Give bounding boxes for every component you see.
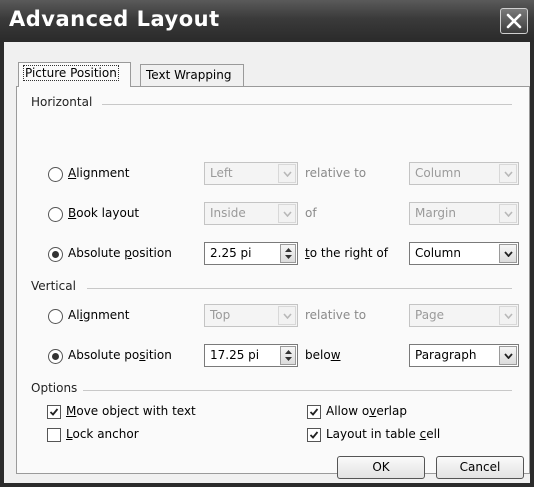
book-layout-relative-value: Margin bbox=[415, 206, 456, 220]
tab-picture-position-label: Picture Position bbox=[23, 65, 119, 81]
horizontal-relative-to-select[interactable]: Column bbox=[409, 242, 519, 265]
vertical-relative-to-select[interactable]: Paragraph bbox=[409, 344, 519, 367]
vertical-below-label: below bbox=[305, 348, 341, 362]
book-layout-label: Book layout bbox=[68, 206, 140, 220]
vertical-absolute-position-radio[interactable] bbox=[48, 349, 63, 364]
lock-anchor-label: Lock anchor bbox=[66, 427, 139, 441]
horizontal-group-header: Horizontal bbox=[31, 95, 93, 109]
allow-overlap-label: Allow overlap bbox=[326, 404, 407, 418]
vertical-alignment-value: Top bbox=[210, 308, 231, 322]
chevron-down-icon bbox=[499, 346, 517, 365]
horizontal-divider bbox=[102, 104, 512, 105]
horizontal-alignment-value: Left bbox=[210, 166, 233, 180]
book-layout-of-label: of bbox=[305, 206, 317, 220]
vertical-divider bbox=[87, 288, 512, 289]
vertical-position-value: 17.25 pi bbox=[210, 348, 260, 362]
vertical-alignment-label: Alignment bbox=[68, 308, 130, 322]
chevron-down-icon bbox=[499, 244, 517, 263]
vertical-alignment-select[interactable]: Top bbox=[204, 304, 298, 327]
dialog-title: Advanced Layout bbox=[9, 7, 220, 31]
vertical-alignment-relative-select[interactable]: Page bbox=[409, 304, 519, 327]
title-bar[interactable]: Advanced Layout bbox=[0, 0, 534, 42]
checkmark-icon bbox=[309, 431, 319, 439]
horizontal-position-spinner[interactable]: 2.25 pi bbox=[204, 242, 298, 265]
close-icon bbox=[506, 13, 522, 29]
tab-text-wrapping[interactable]: Text Wrapping bbox=[140, 64, 244, 86]
tab-picture-position[interactable]: Picture Position bbox=[18, 62, 131, 87]
book-layout-select[interactable]: Inside bbox=[204, 202, 298, 225]
chevron-down-icon bbox=[278, 164, 296, 183]
options-divider bbox=[83, 390, 512, 391]
horizontal-alignment-label: Alignment bbox=[68, 166, 130, 180]
tab-panel-picture-position: Horizontal Alignment Left relative to Co… bbox=[16, 86, 530, 474]
vertical-group-header: Vertical bbox=[31, 279, 76, 293]
chevron-down-icon bbox=[499, 204, 517, 223]
vertical-relative-to-value: Paragraph bbox=[415, 348, 477, 362]
dialog-body: Picture Position Text Wrapping Horizonta… bbox=[4, 42, 530, 483]
horizontal-relative-to-value: Column bbox=[415, 246, 461, 260]
ok-button[interactable]: OK bbox=[337, 456, 425, 479]
book-layout-value: Inside bbox=[210, 206, 246, 220]
vertical-alignment-radio[interactable] bbox=[48, 309, 63, 324]
spinner-arrows-icon[interactable] bbox=[280, 244, 296, 263]
horizontal-alignment-relative-select[interactable]: Column bbox=[409, 162, 519, 185]
layout-in-table-cell-label: Layout in table cell bbox=[326, 427, 441, 441]
horizontal-absolute-position-label: Absolute position bbox=[68, 246, 172, 260]
close-button[interactable] bbox=[500, 8, 528, 34]
spinner-arrows-icon[interactable] bbox=[280, 346, 296, 365]
vertical-position-spinner[interactable]: 17.25 pi bbox=[204, 344, 298, 367]
advanced-layout-dialog: Advanced Layout Picture Position Text Wr… bbox=[0, 0, 534, 487]
vertical-absolute-position-label: Absolute position bbox=[68, 348, 172, 362]
book-layout-radio[interactable] bbox=[48, 207, 63, 222]
tab-text-wrapping-label: Text Wrapping bbox=[146, 68, 232, 82]
book-layout-relative-select[interactable]: Margin bbox=[409, 202, 519, 225]
horizontal-absolute-position-radio[interactable] bbox=[48, 247, 63, 262]
chevron-down-icon bbox=[499, 306, 517, 325]
horizontal-alignment-relative-value: Column bbox=[415, 166, 461, 180]
checkmark-icon bbox=[309, 408, 319, 416]
move-object-with-text-checkbox[interactable] bbox=[47, 405, 61, 419]
chevron-down-icon bbox=[278, 306, 296, 325]
checkmark-icon bbox=[49, 408, 59, 416]
chevron-down-icon bbox=[278, 204, 296, 223]
layout-in-table-cell-checkbox[interactable] bbox=[307, 428, 321, 442]
options-group-header: Options bbox=[31, 381, 78, 395]
chevron-down-icon bbox=[499, 164, 517, 183]
vertical-alignment-relative-label: relative to bbox=[305, 308, 367, 322]
vertical-alignment-relative-value: Page bbox=[415, 308, 445, 322]
horizontal-alignment-radio[interactable] bbox=[48, 167, 63, 182]
horizontal-alignment-select[interactable]: Left bbox=[204, 162, 298, 185]
horizontal-to-the-right-of-label: to the right of bbox=[305, 246, 388, 260]
allow-overlap-checkbox[interactable] bbox=[307, 405, 321, 419]
lock-anchor-checkbox[interactable] bbox=[47, 428, 61, 442]
cancel-button[interactable]: Cancel bbox=[436, 456, 524, 479]
horizontal-position-value: 2.25 pi bbox=[210, 246, 252, 260]
move-object-with-text-label: Move object with text bbox=[66, 404, 196, 418]
horizontal-alignment-relative-label: relative to bbox=[305, 166, 367, 180]
